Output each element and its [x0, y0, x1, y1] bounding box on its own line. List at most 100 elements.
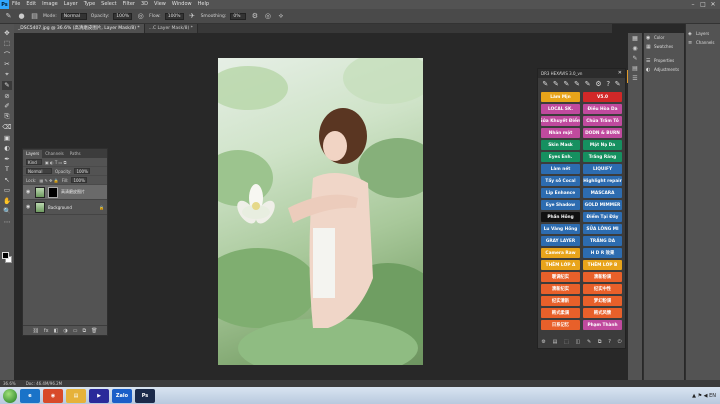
menu-filter[interactable]: Filter — [120, 0, 138, 9]
eraser-tool-icon[interactable]: ⌫ — [2, 123, 12, 133]
actions-icon[interactable]: ▤ — [632, 65, 638, 72]
layer-opacity-input[interactable]: 100% — [74, 168, 91, 174]
plugin-action-button[interactable]: MASCARA — [583, 188, 622, 198]
pressure-size-icon[interactable]: ◎ — [263, 12, 272, 21]
mode-select[interactable]: Normal — [60, 12, 87, 20]
more-tools-icon[interactable]: ⋯ — [2, 217, 12, 227]
plugin-action-button[interactable]: Lip Enhance — [541, 188, 580, 198]
plugin-action-button[interactable]: Nhăn mặt — [541, 128, 580, 138]
plugin-action-button[interactable]: THÊM LỚP A — [541, 260, 580, 270]
taskbar-explorer-icon[interactable]: ▤ — [66, 388, 86, 403]
menu-file[interactable]: File — [9, 0, 23, 9]
plugin-action-button[interactable]: Mặt Nạ Da — [583, 140, 622, 150]
plugin-action-button[interactable]: SỬA LÔNG MI — [583, 224, 622, 234]
plugin-action-button[interactable]: DODN & BURN — [583, 128, 622, 138]
taskbar-media-icon[interactable]: ▶ — [89, 388, 109, 403]
plugin-action-button[interactable]: TRẮNG DA — [583, 236, 622, 246]
delete-layer-icon[interactable]: 🗑 — [91, 328, 97, 334]
brush-panel-icon[interactable]: ✎ — [632, 55, 637, 62]
new-layer-icon[interactable]: ⧉ — [83, 328, 87, 334]
taskbar-zalo-icon[interactable]: Zalo — [112, 388, 132, 403]
crop-tool-icon[interactable]: ✂ — [2, 60, 12, 70]
plugin-action-button[interactable]: GOLD MIMMER — [583, 200, 622, 210]
info-icon[interactable]: ☰ — [632, 75, 637, 82]
footer-copy-icon[interactable]: ⧉ — [598, 339, 602, 345]
plugin-action-button[interactable]: 日系记忆 — [541, 320, 580, 330]
plugin-tool-icon[interactable]: ✎ — [585, 80, 591, 88]
visibility-eye-icon[interactable]: ◉ — [26, 189, 32, 195]
taskbar-photoshop-icon[interactable]: Ps — [135, 388, 155, 403]
footer-frame-icon[interactable]: ⬚ — [564, 339, 569, 345]
plugin-action-button[interactable]: 纪实清新 — [541, 296, 580, 306]
taskbar-chrome-icon[interactable]: ◉ — [43, 388, 63, 403]
maximize-button[interactable]: □ — [698, 0, 708, 9]
pencil-tool-icon[interactable]: ✐ — [2, 102, 12, 112]
plugin-action-button[interactable]: 韩式风情 — [583, 308, 622, 318]
menu-type[interactable]: Type — [81, 0, 98, 9]
plugin-action-button[interactable]: Eye Shadow — [541, 200, 580, 210]
panel-layers[interactable]: ◈ Layers — [686, 29, 720, 38]
foreground-color-swatch[interactable] — [2, 252, 9, 259]
menu-view[interactable]: View — [151, 0, 169, 9]
plugin-action-button[interactable]: THÊM LỚP B — [583, 260, 622, 270]
symmetry-icon[interactable]: ⟡ — [276, 12, 285, 21]
plugin-close-icon[interactable]: ✕ — [618, 69, 622, 78]
plugin-tool-icon[interactable]: ✎ — [553, 80, 559, 88]
plugin-action-button[interactable]: 清新纪实 — [541, 284, 580, 294]
kind-filter-select[interactable]: Kind — [26, 159, 42, 165]
footer-edit-icon[interactable]: ✎ — [587, 339, 591, 345]
plugin-action-button[interactable]: Lu Vàng Hồng — [541, 224, 580, 234]
menu-help[interactable]: Help — [195, 0, 212, 9]
plugin-action-button[interactable]: Phấn Hồng — [541, 212, 580, 222]
plugin-action-button[interactable]: Điều Hòa Da — [583, 104, 622, 114]
plugin-action-button[interactable]: Phạm Thành — [583, 320, 622, 330]
plugin-action-button[interactable]: 韩式柔调 — [541, 308, 580, 318]
plugin-action-button[interactable]: H D R 效果 — [583, 248, 622, 258]
plugin-action-button[interactable]: LIQUIFY — [583, 164, 622, 174]
link-layers-icon[interactable]: ⛓ — [33, 328, 39, 334]
canvas-photo[interactable] — [218, 58, 423, 365]
system-tray[interactable]: ▲ ⚑ ◀ EN — [692, 389, 716, 402]
minimize-button[interactable]: – — [688, 0, 698, 9]
filter-icons[interactable]: ▣ ◐ T ▭ ⧉ — [45, 160, 66, 165]
fill-input[interactable]: 100% — [71, 177, 88, 183]
plugin-action-button[interactable]: Eyes Enh. — [541, 152, 580, 162]
layer-style-icon[interactable]: fx — [44, 328, 49, 334]
plugin-tool-icon[interactable]: ✎ — [615, 80, 621, 88]
path-selection-tool-icon[interactable]: ↖ — [2, 175, 12, 185]
opacity-input[interactable]: 100% — [113, 12, 133, 20]
plugin-action-button[interactable]: Skin Mask — [541, 140, 580, 150]
plugin-action-button[interactable]: Highlight repair — [583, 176, 622, 186]
lasso-tool-icon[interactable]: ⌒ — [2, 49, 12, 59]
menu-edit[interactable]: Edit — [23, 0, 39, 9]
panel-color[interactable]: ◉ Color — [644, 33, 684, 42]
panel-swatches[interactable]: ▦ Swatches — [644, 42, 684, 51]
move-tool-icon[interactable]: ✥ — [2, 28, 12, 38]
brush-tool-icon[interactable]: ✎ — [2, 80, 12, 90]
plugin-tool-icon[interactable]: ✎ — [564, 80, 570, 88]
visibility-eye-icon[interactable]: ◉ — [26, 204, 32, 210]
smoothing-input[interactable]: 0% — [230, 12, 247, 20]
start-button[interactable] — [3, 388, 17, 403]
plugin-tool-icon[interactable]: ✎ — [542, 80, 548, 88]
plugin-action-button[interactable]: Chữa Trắm Tô — [583, 116, 622, 126]
tab-paths[interactable]: Paths — [67, 150, 84, 158]
history-icon[interactable]: ▦ — [632, 35, 638, 42]
eyedropper-tool-icon[interactable]: ⌖ — [2, 70, 12, 80]
taskbar-ie-icon[interactable]: e — [20, 388, 40, 403]
plugin-action-button[interactable]: Làm nét — [541, 164, 580, 174]
add-mask-icon[interactable]: ◧ — [54, 328, 59, 334]
tab-document-active[interactable]: _DSC5407.jpg @ 36.6% (高清磨皮图片, Layer Mask… — [14, 24, 145, 33]
footer-list-icon[interactable]: ▤ — [553, 339, 558, 345]
plugin-help-icon[interactable]: ? — [606, 80, 610, 88]
dodge-tool-icon[interactable]: ◐ — [2, 144, 12, 154]
clone-stamp-tool-icon[interactable]: ⎘ — [2, 112, 12, 122]
plugin-action-button[interactable]: 暖调纪实 — [541, 272, 580, 282]
zoom-level[interactable]: 36.6% — [3, 381, 16, 386]
zoom-tool-icon[interactable]: 🔍 — [2, 207, 12, 217]
plugin-action-button[interactable]: V5.0 — [583, 92, 622, 102]
panel-adjustments[interactable]: ◐ Adjustments — [644, 65, 684, 74]
gradient-tool-icon[interactable]: ▣ — [2, 133, 12, 143]
plugin-action-button[interactable]: 梦幻粉调 — [583, 296, 622, 306]
layer-row-retouch[interactable]: ◉ 高清磨皮图片 — [23, 185, 107, 200]
